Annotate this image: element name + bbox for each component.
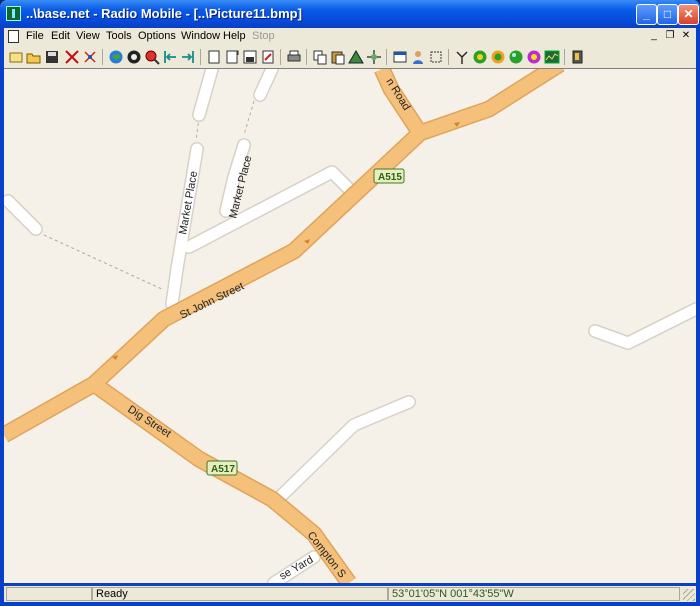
merge-icon[interactable] bbox=[348, 49, 364, 65]
mdi-restore-button[interactable]: ❐ bbox=[664, 30, 676, 42]
select-icon[interactable] bbox=[428, 49, 444, 65]
resize-grip-icon[interactable] bbox=[683, 589, 695, 601]
radio-mobile-app-icon[interactable] bbox=[6, 6, 21, 21]
road-label-yard: se Yard bbox=[278, 554, 316, 583]
coverage-green-icon[interactable] bbox=[508, 49, 524, 65]
window-title: ..\base.net - Radio Mobile - [..\Picture… bbox=[26, 6, 302, 21]
svg-text:A517: A517 bbox=[211, 464, 235, 475]
menu-file[interactable]: File bbox=[26, 30, 44, 42]
toolbar-separator bbox=[564, 49, 565, 65]
exit-icon[interactable] bbox=[570, 49, 586, 65]
map-image: St John Street Dig Street Market Place M… bbox=[4, 69, 696, 583]
status-bar: Ready 53°01'05"N 001°43'55"W bbox=[4, 586, 696, 602]
menu-window[interactable]: Window bbox=[181, 30, 220, 42]
antenna-icon[interactable] bbox=[454, 49, 470, 65]
coverage-icon[interactable] bbox=[490, 49, 506, 65]
paste-icon[interactable] bbox=[330, 49, 346, 65]
footpath bbox=[43, 234, 165, 291]
save-icon[interactable] bbox=[44, 49, 60, 65]
window-icon[interactable] bbox=[392, 49, 408, 65]
last-icon[interactable] bbox=[180, 49, 196, 65]
pdf-icon[interactable] bbox=[260, 49, 276, 65]
menu-tools[interactable]: Tools bbox=[106, 30, 132, 42]
map-canvas[interactable]: St John Street Dig Street Market Place M… bbox=[4, 68, 696, 583]
open-icon[interactable] bbox=[26, 49, 42, 65]
toolbar-separator bbox=[448, 49, 449, 65]
close-icon: ✕ bbox=[683, 7, 694, 21]
maximize-button[interactable]: □ bbox=[657, 4, 678, 25]
new-icon[interactable] bbox=[8, 49, 24, 65]
chart-icon[interactable] bbox=[544, 49, 560, 65]
toolbar-separator bbox=[102, 49, 103, 65]
first-icon[interactable] bbox=[162, 49, 178, 65]
menu-help[interactable]: Help bbox=[223, 30, 246, 42]
network-properties-icon[interactable] bbox=[82, 49, 98, 65]
cut-network-icon[interactable] bbox=[64, 49, 80, 65]
rainbow-icon[interactable] bbox=[526, 49, 542, 65]
minimize-icon: _ bbox=[643, 7, 650, 21]
status-message: Ready bbox=[92, 587, 388, 601]
picture-icon[interactable] bbox=[206, 49, 222, 65]
close-button[interactable]: ✕ bbox=[678, 4, 699, 25]
minor-road bbox=[4, 69, 696, 583]
document-icon[interactable] bbox=[8, 30, 19, 43]
toolbar-separator bbox=[200, 49, 201, 65]
radio-link-icon[interactable] bbox=[472, 49, 488, 65]
road-label-market-place: Market Place bbox=[177, 170, 200, 235]
map-properties-icon[interactable] bbox=[126, 49, 142, 65]
road-shield-a515: A515 bbox=[373, 168, 405, 184]
footpath bbox=[243, 100, 255, 136]
menu-view[interactable]: View bbox=[76, 30, 100, 42]
extract-icon[interactable] bbox=[366, 49, 382, 65]
status-coordinates: 53°01'05"N 001°43'55"W bbox=[388, 587, 680, 601]
toolbar-separator bbox=[280, 49, 281, 65]
export-icon[interactable] bbox=[224, 49, 240, 65]
minimize-button[interactable]: _ bbox=[636, 4, 657, 25]
menu-stop: Stop bbox=[252, 30, 275, 42]
menu-bar: File Edit View Tools Options Window Help… bbox=[4, 28, 696, 46]
mdi-close-button[interactable]: ✕ bbox=[680, 30, 692, 42]
title-bar[interactable]: ..\base.net - Radio Mobile - [..\Picture… bbox=[0, 0, 700, 28]
toolbar-separator bbox=[306, 49, 307, 65]
app-window: ..\base.net - Radio Mobile - [..\Picture… bbox=[0, 0, 700, 606]
globe-icon[interactable] bbox=[108, 49, 124, 65]
maximize-icon: □ bbox=[663, 7, 672, 21]
mdi-minimize-button[interactable]: _ bbox=[648, 30, 660, 42]
units-icon[interactable] bbox=[410, 49, 426, 65]
copy-icon[interactable] bbox=[312, 49, 328, 65]
road-shield-a517: A517 bbox=[206, 460, 238, 476]
toolbar bbox=[4, 46, 696, 69]
menu-edit[interactable]: Edit bbox=[51, 30, 70, 42]
status-left bbox=[6, 587, 92, 601]
menu-options[interactable]: Options bbox=[138, 30, 176, 42]
save-picture-icon[interactable] bbox=[242, 49, 258, 65]
main-road bbox=[4, 69, 564, 583]
svg-text:A515: A515 bbox=[378, 172, 402, 183]
zoom-icon[interactable] bbox=[144, 49, 160, 65]
print-icon[interactable] bbox=[286, 49, 302, 65]
toolbar-separator bbox=[386, 49, 387, 65]
